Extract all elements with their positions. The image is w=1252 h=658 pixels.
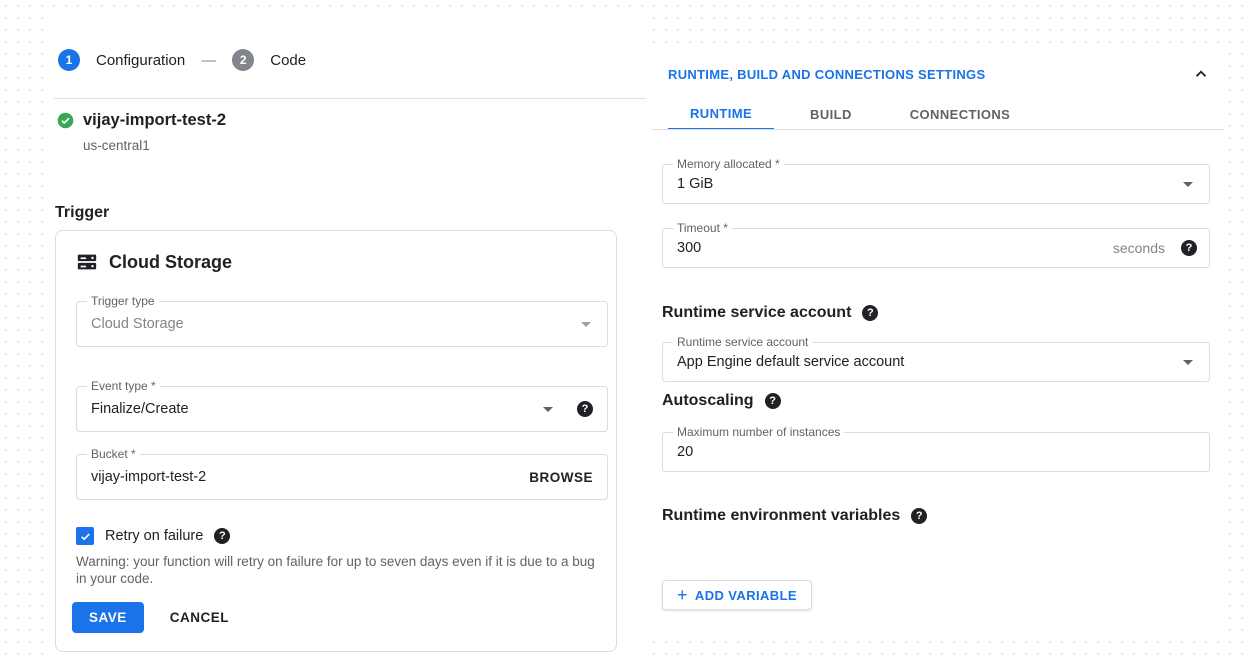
retry-checkbox[interactable] <box>76 527 94 545</box>
trigger-card-title: Cloud Storage <box>109 252 232 273</box>
settings-tabs: RUNTIME BUILD CONNECTIONS <box>668 98 1224 130</box>
step-1-label[interactable]: Configuration <box>96 52 185 69</box>
timeout-input[interactable] <box>677 229 1005 267</box>
help-icon[interactable]: ? <box>1181 240 1197 256</box>
plus-icon: + <box>677 586 688 604</box>
max-instances-field: Maximum number of instances <box>662 432 1210 472</box>
chevron-up-icon[interactable] <box>1192 65 1210 83</box>
tab-divider <box>652 129 1224 130</box>
trigger-type-select[interactable]: Trigger type Cloud Storage <box>76 301 608 347</box>
tab-runtime[interactable]: RUNTIME <box>668 98 774 130</box>
help-icon[interactable]: ? <box>862 305 878 321</box>
memory-allocated-value: 1 GiB <box>677 165 713 203</box>
help-icon[interactable]: ? <box>577 401 593 417</box>
browse-button[interactable]: BROWSE <box>529 455 593 499</box>
chevron-down-icon <box>581 322 591 327</box>
trigger-section-title: Trigger <box>55 204 109 222</box>
cancel-button[interactable]: CANCEL <box>170 610 229 625</box>
add-variable-label: ADD VARIABLE <box>695 588 797 603</box>
step-2-label[interactable]: Code <box>270 52 306 69</box>
event-type-value: Finalize/Create <box>91 387 189 431</box>
runtime-service-account-select[interactable]: Runtime service account App Engine defau… <box>662 342 1210 382</box>
configuration-panel: 1 Configuration — 2 Code vijay-import-te… <box>46 8 646 658</box>
add-variable-button[interactable]: + ADD VARIABLE <box>662 580 812 610</box>
timeout-unit: seconds <box>1113 229 1165 267</box>
step-separator: — <box>201 52 216 69</box>
runtime-settings-expander[interactable]: RUNTIME, BUILD AND CONNECTIONS SETTINGS <box>668 62 1210 86</box>
retry-warning-text: Warning: your function will retry on fai… <box>76 553 600 587</box>
env-variables-heading: Runtime environment variables <box>662 507 900 525</box>
chevron-down-icon <box>543 407 553 412</box>
bucket-field: Bucket * BROWSE <box>76 454 608 500</box>
step-2-indicator[interactable]: 2 <box>232 49 254 71</box>
step-1-indicator[interactable]: 1 <box>58 49 80 71</box>
tab-build[interactable]: BUILD <box>788 98 874 130</box>
runtime-settings-panel: RUNTIME, BUILD AND CONNECTIONS SETTINGS … <box>652 52 1224 637</box>
trigger-type-value: Cloud Storage <box>91 302 184 346</box>
max-instances-input[interactable] <box>677 433 1005 471</box>
divider <box>54 98 646 99</box>
help-icon[interactable]: ? <box>911 508 927 524</box>
autoscaling-heading: Autoscaling <box>662 392 754 410</box>
memory-allocated-select[interactable]: Memory allocated * 1 GiB <box>662 164 1210 204</box>
tab-connections[interactable]: CONNECTIONS <box>888 98 1032 130</box>
function-region: us-central1 <box>83 138 150 153</box>
function-name: vijay-import-test-2 <box>83 111 226 130</box>
bucket-input[interactable] <box>91 455 409 499</box>
save-button[interactable]: SAVE <box>72 602 144 633</box>
retry-label[interactable]: Retry on failure <box>105 528 203 544</box>
trigger-card: Cloud Storage Trigger type Cloud Storage… <box>55 230 617 652</box>
help-icon[interactable]: ? <box>765 393 781 409</box>
cloud-storage-icon <box>76 251 98 273</box>
chevron-down-icon <box>1183 182 1193 187</box>
chevron-down-icon <box>1183 360 1193 365</box>
runtime-service-account-heading: Runtime service account <box>662 304 851 322</box>
stepper: 1 Configuration — 2 Code <box>58 49 306 71</box>
timeout-field: Timeout * seconds ? <box>662 228 1210 268</box>
event-type-select[interactable]: Event type * Finalize/Create ? <box>76 386 608 432</box>
runtime-settings-header: RUNTIME, BUILD AND CONNECTIONS SETTINGS <box>668 67 985 82</box>
check-circle-icon <box>57 112 74 129</box>
help-icon[interactable]: ? <box>214 528 230 544</box>
runtime-service-account-value: App Engine default service account <box>677 343 904 381</box>
